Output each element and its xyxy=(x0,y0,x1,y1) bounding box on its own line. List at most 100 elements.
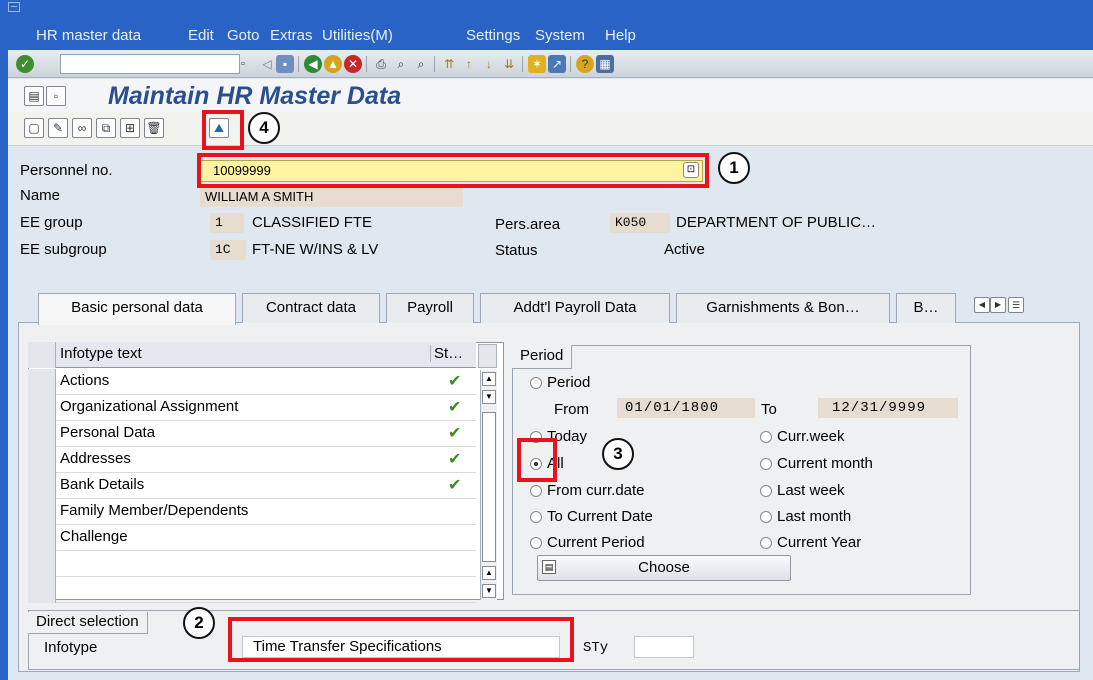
help-icon[interactable]: ? xyxy=(576,55,594,73)
infotype-row[interactable]: Actions ✔ xyxy=(28,369,476,395)
sty-input[interactable] xyxy=(634,636,694,658)
infotype-row[interactable] xyxy=(28,577,476,603)
row-selector[interactable] xyxy=(28,395,56,421)
to-date-field[interactable]: 12/31/9999 xyxy=(818,398,958,418)
first-page-icon[interactable]: ⇈ xyxy=(440,55,458,73)
enter-check-icon[interactable]: ✓ xyxy=(16,55,34,73)
radio-current-year[interactable]: Current Year xyxy=(760,534,861,551)
col-status[interactable]: St… xyxy=(430,345,463,362)
infotype-row[interactable]: Addresses ✔ xyxy=(28,447,476,473)
exit-icon[interactable]: ▲ xyxy=(324,55,342,73)
tab-contract-data[interactable]: Contract data xyxy=(242,293,380,323)
cancel-icon[interactable]: ✕ xyxy=(344,55,362,73)
choose-calendar-icon: ▤ xyxy=(542,560,556,574)
callout-2: 2 xyxy=(183,607,215,639)
next-page-icon[interactable]: ↓ xyxy=(480,55,498,73)
menu-goto[interactable]: Goto xyxy=(227,27,260,44)
tab-basic-personal-data[interactable]: Basic personal data xyxy=(38,293,236,325)
window-menu-icon[interactable] xyxy=(8,2,20,12)
previous-page-icon[interactable]: ↑ xyxy=(460,55,478,73)
layout-icon[interactable]: ▫ xyxy=(46,86,66,106)
pers-area-label: Pers.area xyxy=(495,216,561,233)
page-down-icon[interactable]: ▲ xyxy=(482,566,496,580)
menu-icon[interactable]: ▤ xyxy=(24,86,44,106)
infotype-row[interactable]: Challenge xyxy=(28,525,476,551)
to-label: To xyxy=(761,401,777,418)
status-check-icon: ✔ xyxy=(448,425,462,442)
tab-scroll-left-icon[interactable]: ◀ xyxy=(974,297,990,313)
infotype-row[interactable] xyxy=(28,551,476,577)
scroll-up-icon[interactable]: ▲ xyxy=(482,372,496,386)
row-selector[interactable] xyxy=(28,421,56,447)
infotype-text: Bank Details xyxy=(60,476,145,493)
scroll-down-icon[interactable]: ▼ xyxy=(482,584,496,598)
last-page-icon[interactable]: ⇊ xyxy=(500,55,518,73)
highlight-personnel-no xyxy=(197,153,709,188)
back-icon[interactable]: ◀ xyxy=(304,55,322,73)
tab-list-icon[interactable]: ☰ xyxy=(1008,297,1024,313)
change-icon[interactable]: ✎ xyxy=(48,118,68,138)
radio-curr-week[interactable]: Curr.week xyxy=(760,428,845,445)
select-all-cell[interactable] xyxy=(28,342,56,368)
tab-garnishments[interactable]: Garnishments & Bon… xyxy=(676,293,890,323)
scroll-thumb[interactable] xyxy=(482,412,496,562)
command-field[interactable] xyxy=(60,54,240,74)
menu-system[interactable]: System xyxy=(535,27,585,44)
new-session-icon[interactable]: ✶ xyxy=(528,55,546,73)
radio-current-period[interactable]: Current Period xyxy=(530,534,645,551)
row-selector[interactable] xyxy=(28,551,56,577)
infotype-row[interactable]: Organizational Assignment ✔ xyxy=(28,395,476,421)
callout-3: 3 xyxy=(602,438,634,470)
row-selector[interactable] xyxy=(28,499,56,525)
ee-group-code: 1 xyxy=(210,213,244,233)
shortcut-icon[interactable]: ↗ xyxy=(548,55,566,73)
choose-button[interactable]: Choose xyxy=(537,555,791,581)
menu-edit[interactable]: Edit xyxy=(188,27,214,44)
infotype-row[interactable]: Personal Data ✔ xyxy=(28,421,476,447)
row-selector[interactable] xyxy=(28,577,56,603)
infotype-row[interactable]: Bank Details ✔ xyxy=(28,473,476,499)
pers-area-code: K050 xyxy=(610,213,670,233)
row-selector[interactable] xyxy=(28,473,56,499)
find-icon[interactable]: ⌕ xyxy=(392,55,410,73)
infotype-row[interactable]: Family Member/Dependents xyxy=(28,499,476,525)
radio-current-month[interactable]: Current month xyxy=(760,455,873,472)
radio-last-month[interactable]: Last month xyxy=(760,508,851,525)
save-icon[interactable]: ▪ xyxy=(276,55,294,73)
delimit-icon[interactable]: ⊞ xyxy=(120,118,140,138)
copy-icon[interactable]: ⧉ xyxy=(96,118,116,138)
tab-b[interactable]: B… xyxy=(896,293,956,323)
radio-from-curr-date[interactable]: From curr.date xyxy=(530,482,645,499)
menu-settings[interactable]: Settings xyxy=(466,27,520,44)
row-selector[interactable] xyxy=(28,369,56,395)
highlight-all-radio xyxy=(517,438,557,482)
back-arrow-icon[interactable]: ◁ xyxy=(258,55,276,73)
display-icon[interactable]: ∞ xyxy=(72,118,92,138)
col-infotype-text[interactable]: Infotype text xyxy=(60,345,142,362)
radio-period[interactable]: Period xyxy=(530,374,590,391)
name-label: Name xyxy=(20,187,61,204)
menu-utilities[interactable]: Utilities(M) xyxy=(322,27,393,44)
row-selector[interactable] xyxy=(28,447,56,473)
menu-extras[interactable]: Extras xyxy=(270,27,313,44)
menu-hr-master-data[interactable]: HR master data xyxy=(36,27,141,44)
radio-last-week[interactable]: Last week xyxy=(760,482,845,499)
row-selector[interactable] xyxy=(28,525,56,551)
create-icon[interactable]: ▢ xyxy=(24,118,44,138)
from-date-field[interactable]: 01/01/1800 xyxy=(617,398,755,418)
infotype-text: Addresses xyxy=(60,450,131,467)
page-up-icon[interactable]: ▼ xyxy=(482,390,496,404)
radio-to-current-date[interactable]: To Current Date xyxy=(530,508,653,525)
menu-help[interactable]: Help xyxy=(605,27,636,44)
command-history-icon[interactable]: ▫ xyxy=(236,54,250,74)
print-icon[interactable]: ⎙ xyxy=(372,55,390,73)
tab-scroll-right-icon[interactable]: ▶ xyxy=(990,297,1006,313)
layout-menu-icon[interactable]: ▦ xyxy=(596,55,614,73)
delete-icon[interactable]: 🗑 xyxy=(144,118,164,138)
standard-toolbar: ✓ ▫ ◁ ▪ ◀ ▲ ✕ ⎙ ⌕ ⌕ ⇈ ↑ ↓ ⇊ ✶ ↗ ? ▦ xyxy=(8,50,1093,78)
tab-payroll[interactable]: Payroll xyxy=(386,293,474,323)
find-next-icon[interactable]: ⌕ xyxy=(412,55,430,73)
column-settings-cell[interactable] xyxy=(478,344,497,368)
tab-addtl-payroll-data[interactable]: Addt'l Payroll Data xyxy=(480,293,670,323)
infotype-table-header: Infotype text St… xyxy=(28,342,476,368)
